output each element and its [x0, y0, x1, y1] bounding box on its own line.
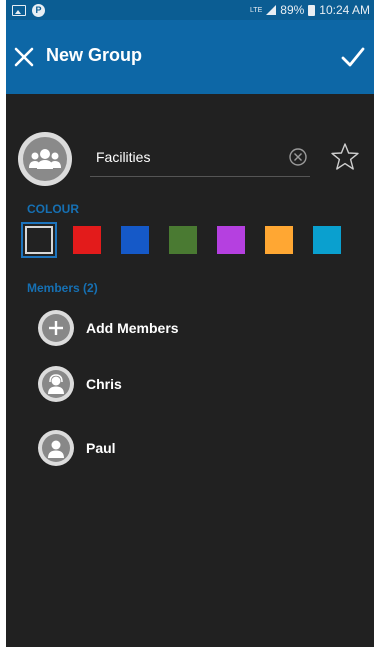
network-type: LTE [249, 6, 263, 14]
status-right: LTE 89% 10:24 AM [250, 3, 370, 17]
confirm-button[interactable] [340, 46, 366, 68]
colour-swatch[interactable] [265, 226, 293, 254]
group-row: Facilities [6, 130, 374, 186]
plus-icon [42, 314, 70, 342]
status-left: P [12, 3, 45, 17]
parking-notification-icon: P [32, 3, 45, 17]
colour-swatch[interactable] [169, 226, 197, 254]
group-name-value: Facilities [96, 149, 151, 165]
group-avatar-icon [23, 137, 67, 181]
member-avatar [38, 366, 74, 402]
battery-icon [308, 4, 316, 16]
close-icon [14, 47, 34, 67]
colour-swatch[interactable] [73, 226, 101, 254]
members-label: Members (2) [27, 281, 98, 295]
battery-level: 89% [280, 3, 305, 17]
status-bar: P LTE 89% 10:24 AM [6, 0, 374, 20]
signal-icon [266, 5, 277, 15]
group-avatar[interactable] [18, 132, 72, 186]
add-members-avatar [38, 310, 74, 346]
app-bar-left: New Group [12, 45, 142, 69]
app-screen: P LTE 89% 10:24 AM New Group Facilities … [6, 0, 374, 647]
add-members-button[interactable]: Add Members [38, 308, 179, 348]
colour-swatch[interactable] [313, 226, 341, 254]
member-name: Paul [86, 440, 116, 456]
page-title: New Group [46, 44, 143, 65]
favorite-star-icon[interactable] [330, 142, 360, 177]
colour-swatches [21, 222, 361, 258]
colour-swatch[interactable] [121, 226, 149, 254]
check-icon [341, 47, 365, 67]
image-notification-icon [12, 4, 26, 16]
colour-swatch[interactable] [21, 222, 57, 258]
clear-icon[interactable] [288, 147, 308, 172]
close-button[interactable] [12, 45, 36, 69]
member-row[interactable]: Paul [38, 428, 116, 468]
app-bar: New Group [6, 20, 374, 94]
add-members-label: Add Members [86, 320, 179, 336]
user-icon [42, 434, 70, 462]
headset-user-icon [42, 370, 70, 398]
clock: 10:24 AM [319, 3, 370, 17]
member-row[interactable]: Chris [38, 364, 122, 404]
colour-swatch[interactable] [217, 226, 245, 254]
member-avatar [38, 430, 74, 466]
member-name: Chris [86, 376, 122, 392]
group-name-field[interactable]: Facilities [90, 142, 310, 177]
colour-label: COLOUR [27, 202, 79, 216]
